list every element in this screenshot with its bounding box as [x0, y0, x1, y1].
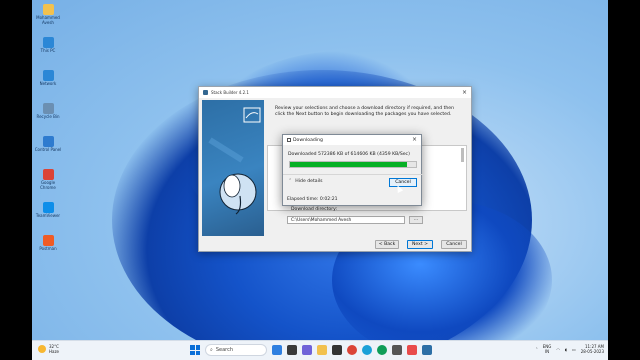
desktop-icon[interactable]: This PC — [34, 37, 62, 54]
chat-icon[interactable] — [302, 345, 312, 355]
chrome-icon[interactable] — [347, 345, 357, 355]
battery-icon[interactable]: ▭ — [572, 347, 576, 352]
next-button[interactable]: Next > — [407, 240, 433, 249]
clock[interactable]: 11:27 AM 28-05-2023 — [581, 344, 604, 354]
volume-icon[interactable]: ◖ — [565, 347, 567, 352]
desktop-icon[interactable]: Control Panel — [34, 136, 62, 153]
bing-icon[interactable] — [272, 345, 282, 355]
desktop-icon-label: Control Panel — [34, 147, 62, 152]
dialog-title-bar[interactable]: Downloading — [283, 135, 421, 145]
desktop-icon-label: Recycle Bin — [36, 114, 60, 119]
clock-date: 28-05-2023 — [580, 349, 604, 354]
postgres-banner — [202, 100, 264, 236]
weather-widget[interactable]: 32°C Haze — [38, 344, 59, 354]
elephant-logo-icon — [208, 107, 261, 215]
instructions-text: Review your selections and choose a down… — [275, 106, 455, 117]
elapsed-time: Elapsed time: 0:02:21 — [287, 197, 338, 202]
desktop-icon[interactable]: Postman — [34, 235, 62, 252]
network-icon — [42, 70, 54, 81]
desktop-icon-label: Google Chrome — [40, 180, 56, 190]
close-icon[interactable]: × — [462, 89, 467, 96]
desktop-icon-label: This PC — [40, 48, 56, 53]
download-icon — [287, 138, 291, 142]
stack-builder-icon[interactable] — [422, 345, 432, 355]
task-view-icon[interactable] — [287, 345, 297, 355]
hide-details-label: Hide details — [295, 179, 323, 184]
edge-icon[interactable] — [362, 345, 372, 355]
system-tray: ˄ ENG IN ◠ ◖ ▭ 11:27 AM 28-05-2023 — [536, 344, 604, 354]
download-directory-input[interactable]: C:\Users\Mohammed Avesh — [287, 216, 405, 224]
window-title-bar[interactable]: Stack Builder 4.2.1 — [199, 87, 471, 98]
app-icon[interactable] — [332, 345, 342, 355]
download-status: Downloaded 572386 KB of 614606 KB (4359 … — [288, 152, 410, 157]
progress-fill — [290, 162, 408, 167]
desktop-icon-label: Mohammed Avesh — [36, 15, 60, 25]
search-placeholder: Search — [215, 347, 233, 353]
cancel-button[interactable]: Cancel — [441, 240, 467, 249]
control-panel-icon — [42, 136, 54, 147]
window-title: Stack Builder 4.2.1 — [211, 90, 249, 95]
folder-icon — [42, 4, 54, 15]
wifi-icon[interactable]: ◠ — [556, 347, 560, 352]
language-indicator[interactable]: ENG IN — [543, 344, 552, 354]
weather-desc: Haze — [49, 349, 60, 354]
app-icon[interactable] — [407, 345, 417, 355]
taskbar: 32°C Haze ⌕ Search ˄ ENG IN ◠ ◖ ▭ 11:27 … — [32, 340, 608, 360]
sun-icon — [38, 345, 46, 353]
recycle-bin-icon — [42, 103, 54, 114]
desktop-icon[interactable]: TeamViewer — [34, 202, 62, 219]
taskbar-search[interactable]: ⌕ Search — [205, 344, 267, 356]
chrome-icon[interactable] — [377, 345, 387, 355]
close-icon[interactable]: × — [412, 136, 417, 143]
desktop-icon[interactable]: Recycle Bin — [34, 103, 62, 120]
dialog-cancel-button[interactable]: Cancel — [389, 178, 417, 187]
postman-icon — [42, 235, 54, 246]
chevron-up-icon: ˄ — [289, 179, 292, 184]
region-label: IN — [544, 349, 550, 354]
divider — [283, 174, 423, 175]
desktop-icon[interactable]: Mohammed Avesh — [34, 4, 62, 25]
browse-button[interactable]: ... — [409, 216, 423, 224]
desktop: Mohammed Avesh This PC Network Recycle Bin C… — [32, 0, 608, 360]
search-icon: ⌕ — [210, 347, 213, 353]
dialog-title: Downloading — [293, 137, 323, 143]
back-button[interactable]: < Back — [375, 240, 399, 249]
chevron-up-icon[interactable]: ˄ — [536, 347, 538, 352]
desktop-icon[interactable]: Network — [34, 70, 62, 87]
downloading-dialog: Downloading × Downloaded 572386 KB of 61… — [282, 134, 423, 206]
windows-start-icon[interactable] — [190, 345, 200, 355]
desktop-icon-label: Network — [39, 81, 57, 86]
directory-label: Download directory: — [291, 207, 338, 212]
desktop-icon-label: TeamViewer — [35, 213, 61, 218]
scrollbar[interactable] — [461, 148, 464, 162]
file-explorer-icon[interactable] — [317, 345, 327, 355]
chrome-icon — [42, 169, 54, 180]
hide-details-toggle[interactable]: ˄ Hide details — [289, 179, 323, 184]
monitor-icon — [42, 37, 54, 48]
taskbar-apps: ⌕ Search — [190, 344, 432, 356]
teamviewer-icon — [42, 202, 54, 213]
desktop-icon-label: Postman — [39, 246, 57, 251]
store-icon[interactable] — [392, 345, 402, 355]
app-icon — [203, 90, 208, 95]
progress-bar — [289, 161, 417, 168]
desktop-icon[interactable]: Google Chrome — [34, 169, 62, 190]
